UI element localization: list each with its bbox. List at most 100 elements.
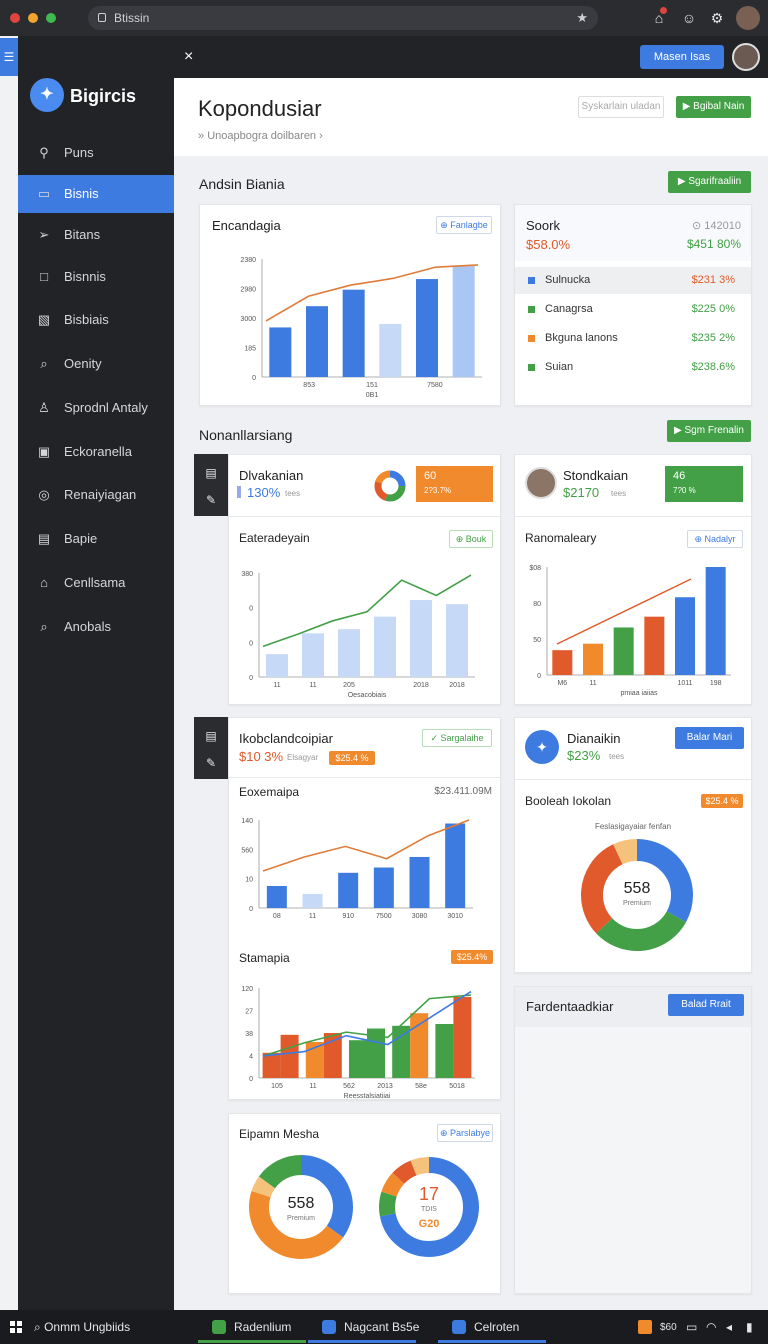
x-tick-label: 3010 [447, 913, 463, 920]
section2-button[interactable]: ▶ Sgm Frenalin [667, 420, 751, 442]
sidebar-item-2[interactable]: ▭ Bisnis [18, 175, 174, 213]
filter-chip[interactable]: ⊕ Bouk [449, 530, 493, 548]
battery-icon[interactable]: ▮ [746, 1320, 753, 1334]
calendar-icon[interactable]: ▤ [203, 728, 219, 744]
sidebar-item-8[interactable]: ▣ Eckoranella [18, 433, 174, 471]
section2-button-label: Sgm Frenalin [684, 425, 744, 436]
sidebar-item-label: Bisnis [64, 186, 99, 201]
sidebar-item-12[interactable]: ⌕ Anobals [18, 608, 174, 646]
filter-chip-label: Fanlagbe [450, 220, 488, 230]
maximize-window-dot[interactable] [46, 13, 56, 23]
bar [302, 633, 324, 677]
legend-row[interactable]: Bkguna lanons $235 2% [515, 325, 751, 352]
taskbar-app-icon[interactable] [212, 1320, 226, 1334]
taskbar-app-label[interactable]: Celroten [474, 1320, 519, 1334]
sidebar-item-11[interactable]: ⌂ Cenllsama [18, 564, 174, 602]
grouped-bar-chart: 120 27 38 4 0 105 11 562 2013 58e 5018 Reesstalsiat… [241, 986, 475, 1099]
y-tick-label: 3000 [240, 316, 256, 323]
sidebar-item-label: Anobals [64, 619, 111, 634]
y-tick-label: 2380 [240, 257, 256, 264]
breadcrumb[interactable]: » Unoapbogra doilbaren › [198, 130, 323, 142]
taskbar-app-icon[interactable] [452, 1320, 466, 1334]
card-dianaikin: ✦ Dianaikin $23% tees Balar Mari Booleah… [514, 717, 752, 973]
balar-button[interactable]: Balar Mari [675, 727, 744, 749]
calendar-icon[interactable]: ▤ [203, 465, 219, 481]
x-tick-label: 5018 [449, 1083, 465, 1090]
monitor-icon[interactable]: ▭ [686, 1320, 697, 1334]
side-tab-group-2: ▤ ✎ [194, 717, 228, 779]
section1-button-label: Sgarifraaliin [688, 176, 742, 187]
legend-swatch [528, 306, 535, 313]
brand-icon: ✦ [525, 730, 559, 764]
header-green-button[interactable]: ▶ Bgibal Nain [676, 96, 751, 118]
sidebar-item-10[interactable]: ▤ Bapie [18, 520, 174, 558]
y-tick-label: 560 [241, 847, 253, 854]
wifi-icon[interactable]: ◠ [706, 1320, 716, 1334]
section1-button[interactable]: ▶ Sgarifraaliin [668, 171, 751, 193]
divider [229, 516, 500, 517]
close-icon[interactable]: × [184, 48, 193, 66]
filter-chip[interactable]: ✓ Sargalaihe [422, 729, 492, 747]
filter-chip[interactable]: ⊕ Parslabye [437, 1124, 493, 1142]
sidebar-item-3[interactable]: ➢ Bitans [18, 216, 174, 254]
hamburger-icon[interactable]: ☰ [0, 38, 18, 76]
taskbar-app-underline [438, 1340, 546, 1343]
filter-chip[interactable]: ⊕ Nadalyr [687, 530, 743, 548]
taskbar-app-label[interactable]: Radenlium [234, 1320, 291, 1334]
sidebar-item-5[interactable]: ▧ Bisbiais [18, 301, 174, 339]
legend-row[interactable]: Sulnucka $231 3% [515, 267, 751, 294]
sidebar-item-4[interactable]: □ Bisnnis [18, 258, 174, 296]
star-icon[interactable]: ★ [576, 6, 588, 30]
card-title: Ikobclandcoipiar [239, 731, 333, 746]
divider [515, 516, 751, 517]
x-tick-label: 11 [273, 682, 280, 689]
image-icon: ▧ [37, 312, 51, 327]
address-bar[interactable]: Btissin ★ [88, 6, 598, 30]
page-title: Kopondusiar [198, 96, 322, 121]
bar [338, 629, 360, 677]
green-badge: 46 7?0 % [665, 466, 743, 502]
x-tick-label: 11 [309, 682, 316, 689]
filter-chip[interactable]: ⊕ Fanlagbe [436, 216, 492, 234]
header-outline-button[interactable]: Syskarlain uladan [578, 96, 664, 118]
taskbar-search[interactable]: ⌕ Onmm Ungbiids [34, 1320, 130, 1335]
search-icon: ⌕ [40, 619, 48, 634]
tray-app-icon[interactable] [638, 1320, 652, 1334]
taskbar-app-icon[interactable] [322, 1320, 336, 1334]
legend-row[interactable]: Canagrsa $225 0% [515, 296, 751, 323]
sidebar-item-6[interactable]: ⌕ Oenity [18, 345, 174, 383]
card-fardentaadkiar: Fardentaadkiar Balad Rrait [514, 986, 752, 1294]
minimize-window-dot[interactable] [28, 13, 38, 23]
x-axis-label: Oesacobiais [348, 692, 387, 699]
close-window-dot[interactable] [10, 13, 20, 23]
card-ikobclandcoipiar: Ikobclandcoipiar $10 3% Elsagyar $25.4 %… [228, 717, 501, 1100]
sidebar-item-7[interactable]: ♙ Sprodnl Antaly [18, 389, 174, 427]
x-tick-label: 11 [309, 913, 316, 920]
orange-chip: $25.4 % [329, 751, 375, 765]
settings-icon[interactable]: ⚙ [708, 9, 726, 27]
balad-button[interactable]: Balad Rrait [668, 994, 744, 1016]
legend-row[interactable]: Suian $238.6% [515, 354, 751, 381]
master-button[interactable]: Masen Isas [640, 45, 724, 69]
user-avatar[interactable] [732, 43, 760, 71]
volume-icon[interactable]: ◂ [726, 1320, 732, 1334]
bar [349, 1040, 367, 1078]
x-tick-label: 151 [366, 382, 378, 389]
taskbar-app-underline [308, 1340, 416, 1343]
sidebar-item-1[interactable]: ⚲ Puns [18, 134, 174, 172]
trend-line [262, 819, 470, 872]
chat-icon[interactable]: ☺ [680, 9, 698, 27]
y-tick-label: 0 [252, 375, 256, 382]
sidebar-item-label: Renaiyiagan [64, 487, 137, 502]
windows-start-icon[interactable] [10, 1321, 22, 1333]
bar-line-chart: 2380 2980 3000 185 0 853 151 7580 0B1 [240, 257, 482, 399]
pen-icon[interactable]: ✎ [203, 755, 219, 771]
card-stondkaian: Stondkaian $2170 tees 46 7?0 % Ranomalea… [514, 454, 752, 705]
sidebar-item-9[interactable]: ◎ Renaiyiagan [18, 476, 174, 514]
y-tick-label: 380 [241, 571, 253, 578]
card-title: Fardentaadkiar [526, 999, 614, 1014]
profile-avatar[interactable] [736, 6, 760, 30]
chart-title: Ranomaleary [525, 531, 597, 545]
pen-icon[interactable]: ✎ [203, 492, 219, 508]
taskbar-app-label[interactable]: Nagcant Bs5e [344, 1320, 419, 1334]
